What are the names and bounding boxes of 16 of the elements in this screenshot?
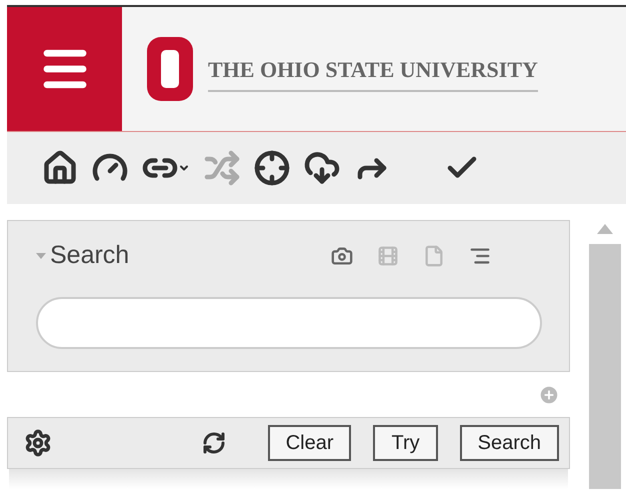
- search-field[interactable]: [36, 296, 542, 348]
- cloud-download-button[interactable]: [304, 150, 340, 186]
- caret-icon: [36, 252, 46, 259]
- action-button[interactable]: Clear: [268, 425, 352, 461]
- logo-icon: [144, 34, 196, 104]
- refresh-icon[interactable]: [202, 431, 226, 455]
- university-title: THE OHIO STATE UNIVERSITY: [208, 52, 538, 92]
- menu-button[interactable]: [7, 7, 122, 131]
- action-button[interactable]: Try: [373, 425, 438, 461]
- search-title: Search: [50, 240, 130, 271]
- action-button[interactable]: Search: [460, 425, 559, 461]
- settings-icon[interactable]: [24, 429, 52, 457]
- crosshair-button[interactable]: [254, 150, 290, 186]
- home-button[interactable]: [42, 150, 78, 186]
- camera-button[interactable]: [331, 244, 353, 267]
- scrollbar-thumb[interactable]: [589, 244, 621, 489]
